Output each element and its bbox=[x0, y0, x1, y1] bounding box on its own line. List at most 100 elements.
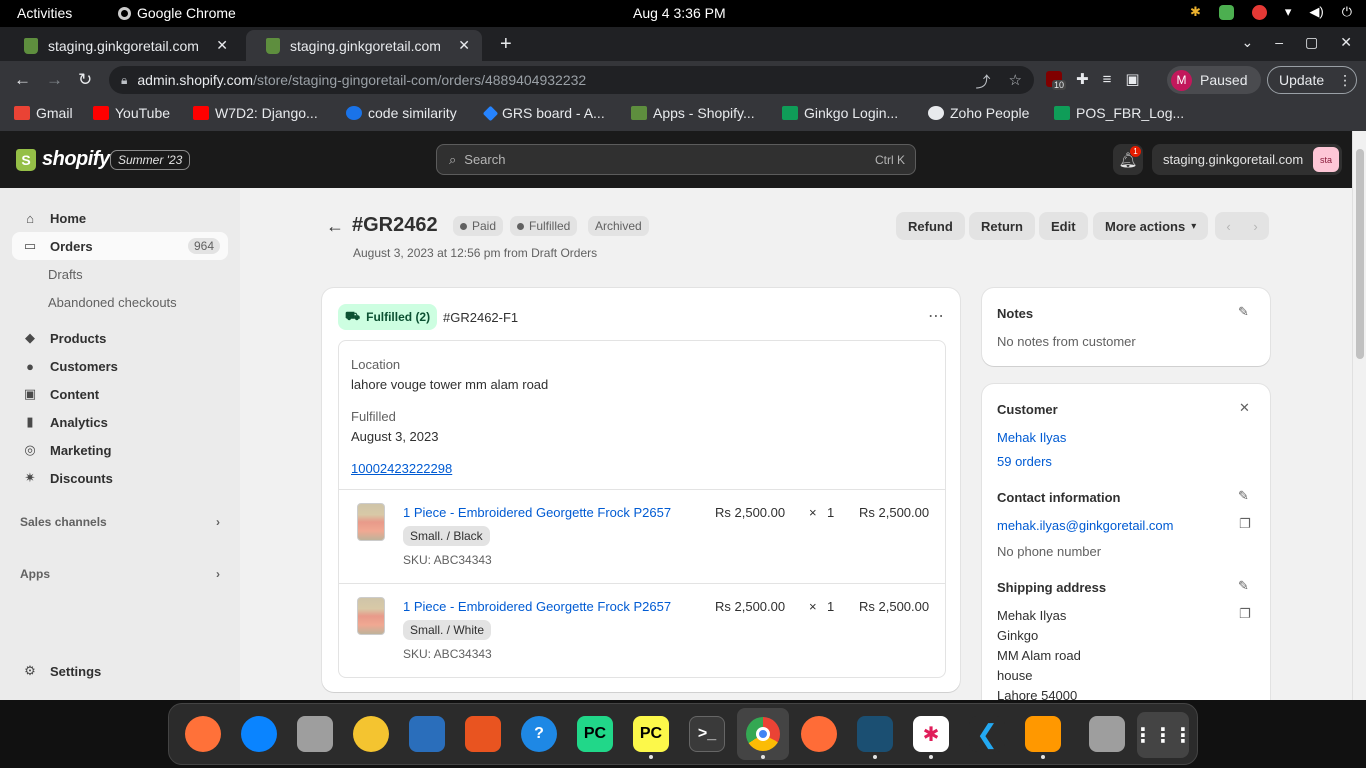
sidebar-item-settings[interactable]: ⚙ Settings bbox=[12, 657, 228, 685]
address-bar[interactable]: 🔒︎ admin.shopify.com/store/staging-gingo… bbox=[109, 66, 1034, 94]
pycharm-icon[interactable]: PC bbox=[577, 716, 613, 752]
sidebar-item-drafts[interactable]: Drafts bbox=[48, 267, 83, 282]
bookmark-pos-fbr[interactable]: POS_FBR_Log... bbox=[1054, 105, 1184, 121]
update-button[interactable]: Update ⋮ bbox=[1267, 66, 1357, 94]
ublock-icon[interactable]: 10 bbox=[1046, 71, 1067, 90]
kebab-menu-icon[interactable]: ⋮ bbox=[1338, 72, 1352, 89]
share-icon[interactable]: ⤴ bbox=[976, 71, 991, 92]
volume-icon[interactable]: ◀) bbox=[1309, 4, 1323, 20]
active-app-menu[interactable]: Google Chrome bbox=[118, 5, 236, 21]
edit-pencil-icon[interactable]: ✎ bbox=[1238, 488, 1249, 504]
chrome-dock-item[interactable] bbox=[737, 708, 789, 760]
line-item-name[interactable]: 1 Piece - Embroidered Georgette Frock P2… bbox=[403, 599, 671, 614]
new-tab-button[interactable]: + bbox=[500, 33, 512, 56]
bookmark-gmail[interactable]: Gmail bbox=[14, 105, 73, 121]
thunderbird-icon[interactable] bbox=[241, 716, 277, 752]
bookmark-apps-shopify[interactable]: Apps - Shopify... bbox=[631, 105, 755, 121]
files-icon[interactable] bbox=[297, 716, 333, 752]
maximize-icon[interactable]: ▢ bbox=[1305, 34, 1318, 51]
back-arrow-icon[interactable]: ← bbox=[326, 216, 344, 237]
extension-tray-icon[interactable] bbox=[1218, 4, 1234, 20]
sidebar-item-analytics[interactable]: ▮ Analytics bbox=[12, 408, 228, 436]
vscode-icon[interactable]: ❮ bbox=[969, 716, 1005, 752]
close-tab-icon[interactable]: ✕ bbox=[458, 37, 470, 54]
side-panel-icon[interactable]: ▣ bbox=[1125, 70, 1139, 88]
pycharm-ce-icon[interactable]: PC bbox=[633, 716, 669, 752]
bookmark-grs-board[interactable]: GRS board - A... bbox=[482, 105, 605, 121]
firefox-icon[interactable] bbox=[185, 716, 221, 752]
postman-icon[interactable] bbox=[801, 716, 837, 752]
product-thumbnail[interactable] bbox=[357, 503, 385, 541]
lock-icon[interactable]: 🔒︎ bbox=[121, 73, 127, 88]
edit-button[interactable]: Edit bbox=[1039, 212, 1088, 240]
return-button[interactable]: Return bbox=[969, 212, 1035, 240]
customer-orders-link[interactable]: 59 orders bbox=[997, 454, 1052, 469]
bookmark-django[interactable]: W7D2: Django... bbox=[193, 105, 318, 121]
bookmark-star-icon[interactable]: ☆ bbox=[1009, 71, 1022, 92]
shopify-logo[interactable]: S shopify bbox=[16, 148, 110, 171]
sidebar-item-products[interactable]: ◆ Products bbox=[12, 324, 228, 352]
sidebar-item-orders[interactable]: ▭ Orders 964 bbox=[12, 232, 228, 260]
tab-1[interactable]: staging.ginkgoretail.com ✕ bbox=[4, 30, 240, 61]
tab-2[interactable]: staging.ginkgoretail.com ✕ bbox=[246, 30, 482, 61]
power-icon[interactable]: ⏻ bbox=[1342, 4, 1352, 20]
copy-clipboard-icon[interactable]: ❐ bbox=[1239, 516, 1251, 532]
previous-order-icon[interactable]: ‹ bbox=[1226, 219, 1230, 234]
rhythmbox-icon[interactable] bbox=[353, 716, 389, 752]
search-input[interactable]: ⌕ Search Ctrl K bbox=[436, 144, 916, 175]
edit-pencil-icon[interactable]: ✎ bbox=[1238, 578, 1249, 594]
sidebar-item-home[interactable]: ⌂ Home bbox=[12, 204, 228, 232]
terminal-icon[interactable]: >_ bbox=[689, 716, 725, 752]
store-menu-button[interactable]: staging.ginkgoretail.com sta bbox=[1152, 144, 1342, 175]
ellipsis-menu-icon[interactable]: ⋯ bbox=[928, 306, 944, 326]
close-tab-icon[interactable]: ✕ bbox=[216, 37, 228, 54]
line-item-name[interactable]: 1 Piece - Embroidered Georgette Frock P2… bbox=[403, 505, 671, 520]
profile-button[interactable]: M Paused bbox=[1167, 66, 1261, 94]
writer-icon[interactable] bbox=[409, 716, 445, 752]
sublime-text-icon[interactable] bbox=[1025, 716, 1061, 752]
slack-icon[interactable]: ✱ bbox=[913, 716, 949, 752]
product-thumbnail[interactable] bbox=[357, 597, 385, 635]
sidebar-item-content[interactable]: ▣ Content bbox=[12, 380, 228, 408]
sales-channels-section[interactable]: Sales channels › bbox=[20, 515, 220, 529]
bookmark-code-similarity[interactable]: code similarity bbox=[346, 105, 457, 121]
extensions-puzzle-icon[interactable]: ✚ bbox=[1076, 70, 1089, 88]
next-order-icon[interactable]: › bbox=[1253, 219, 1257, 234]
apps-section[interactable]: Apps › bbox=[20, 567, 220, 581]
sidebar-item-discounts[interactable]: ✷ Discounts bbox=[12, 464, 228, 492]
edition-badge[interactable]: Summer '23 bbox=[110, 150, 191, 170]
tracking-number-link[interactable]: 10002423222298 bbox=[351, 461, 452, 476]
clock[interactable]: Aug 4 3:36 PM bbox=[633, 5, 726, 21]
more-actions-button[interactable]: More actions ▾ bbox=[1093, 212, 1209, 240]
copy-clipboard-icon[interactable]: ❐ bbox=[1239, 606, 1251, 622]
close-icon[interactable]: ✕ bbox=[1239, 400, 1250, 416]
activities-button[interactable]: Activities bbox=[17, 5, 72, 21]
sidebar-item-marketing[interactable]: ◎ Marketing bbox=[12, 436, 228, 464]
show-apps-icon[interactable]: ⋮⋮⋮ bbox=[1133, 712, 1193, 758]
refund-button[interactable]: Refund bbox=[896, 212, 965, 240]
back-icon[interactable]: ← bbox=[14, 70, 31, 90]
trash-icon[interactable] bbox=[1089, 716, 1125, 752]
edit-pencil-icon[interactable]: ✎ bbox=[1238, 304, 1249, 320]
wifi-icon[interactable]: ▾ bbox=[1285, 4, 1292, 20]
reading-list-icon[interactable]: ≡ bbox=[1103, 71, 1112, 88]
scrollbar-thumb[interactable] bbox=[1356, 149, 1364, 359]
close-window-icon[interactable]: ✕ bbox=[1340, 34, 1352, 51]
bookmark-ginkgo-login[interactable]: Ginkgo Login... bbox=[782, 105, 898, 121]
page-scrollbar[interactable] bbox=[1352, 131, 1366, 700]
bookmark-youtube[interactable]: YouTube bbox=[93, 105, 170, 121]
do-not-disturb-icon[interactable] bbox=[1251, 4, 1267, 20]
minimize-icon[interactable]: – bbox=[1275, 34, 1283, 51]
sidebar-item-abandoned-checkouts[interactable]: Abandoned checkouts bbox=[48, 295, 177, 310]
tab-search-icon[interactable]: ⌄ bbox=[1242, 34, 1254, 51]
bookmark-zoho-people[interactable]: Zoho People bbox=[928, 105, 1029, 121]
notifications-button[interactable]: 🔔︎ 1 bbox=[1113, 144, 1143, 175]
app-center-icon[interactable] bbox=[465, 716, 501, 752]
mysql-workbench-icon[interactable] bbox=[857, 716, 893, 752]
slack-tray-icon[interactable]: ✱ bbox=[1190, 4, 1201, 20]
help-icon[interactable]: ? bbox=[521, 716, 557, 752]
customer-email-link[interactable]: mehak.ilyas@ginkgoretail.com bbox=[997, 518, 1174, 533]
reload-icon[interactable]: ↻ bbox=[78, 70, 92, 90]
system-tray[interactable]: ✱ ▾ ◀) ⏻ bbox=[1190, 4, 1352, 20]
forward-icon[interactable]: → bbox=[46, 70, 63, 90]
